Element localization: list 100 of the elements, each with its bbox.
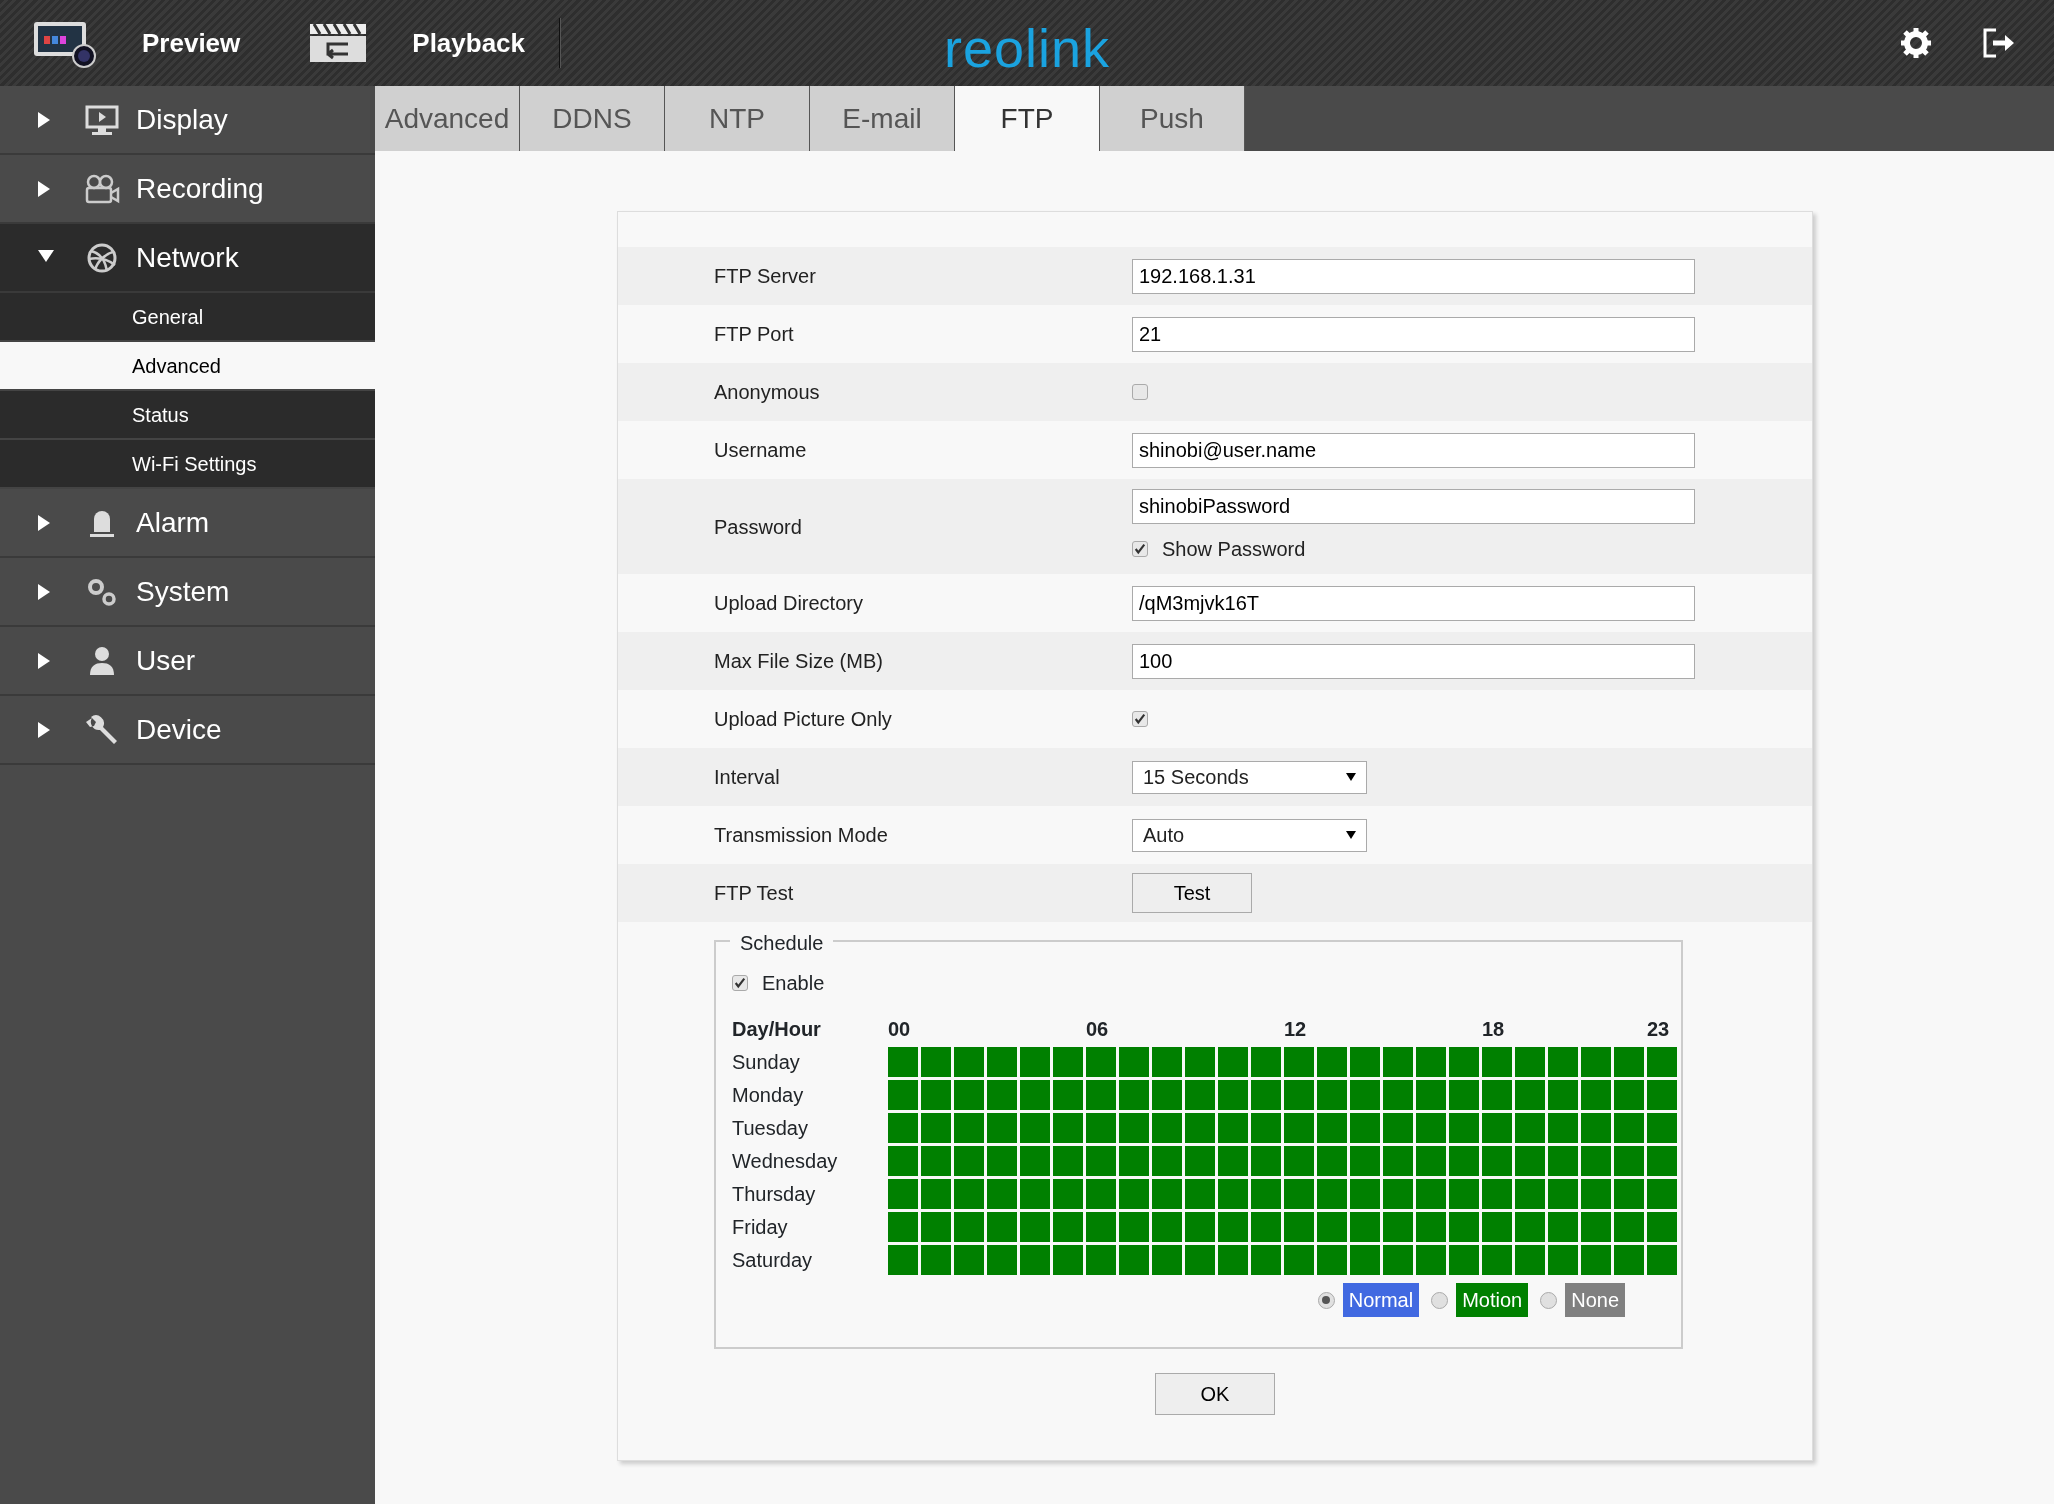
checkbox[interactable] — [1132, 384, 1148, 400]
schedule-cell[interactable] — [1482, 1212, 1512, 1242]
schedule-cell[interactable] — [1482, 1245, 1512, 1275]
schedule-cell[interactable] — [1614, 1047, 1644, 1077]
schedule-cell[interactable] — [954, 1245, 984, 1275]
schedule-cell[interactable] — [1284, 1080, 1314, 1110]
schedule-cell[interactable] — [1416, 1047, 1446, 1077]
schedule-cell[interactable] — [1614, 1113, 1644, 1143]
schedule-cell[interactable] — [1119, 1080, 1149, 1110]
tab[interactable]: DDNS — [520, 86, 665, 151]
schedule-cell[interactable] — [1515, 1047, 1545, 1077]
schedule-cell[interactable] — [1218, 1146, 1248, 1176]
schedule-cell[interactable] — [1515, 1113, 1545, 1143]
schedule-cell[interactable] — [1284, 1245, 1314, 1275]
schedule-cell[interactable] — [1119, 1047, 1149, 1077]
schedule-cell[interactable] — [954, 1146, 984, 1176]
schedule-cell[interactable] — [1548, 1047, 1578, 1077]
test-button[interactable]: Test — [1132, 873, 1252, 913]
schedule-cell[interactable] — [1416, 1212, 1446, 1242]
schedule-cell[interactable] — [1317, 1047, 1347, 1077]
logout-icon[interactable] — [1982, 27, 2016, 59]
submenu-item[interactable]: Advanced — [0, 342, 375, 391]
schedule-cell[interactable] — [921, 1146, 951, 1176]
schedule-cell[interactable] — [1548, 1080, 1578, 1110]
sidebar-item[interactable]: User — [0, 627, 375, 696]
schedule-cell[interactable] — [1416, 1245, 1446, 1275]
schedule-cell[interactable] — [1581, 1245, 1611, 1275]
schedule-cell[interactable] — [1647, 1212, 1677, 1242]
sidebar-item[interactable]: Network — [0, 224, 375, 293]
schedule-cell[interactable] — [1086, 1047, 1116, 1077]
schedule-cell[interactable] — [888, 1146, 918, 1176]
schedule-cell[interactable] — [1218, 1179, 1248, 1209]
checkbox[interactable] — [1132, 541, 1148, 557]
schedule-cell[interactable] — [1383, 1212, 1413, 1242]
schedule-cell[interactable] — [1053, 1179, 1083, 1209]
schedule-cell[interactable] — [1218, 1245, 1248, 1275]
schedule-cell[interactable] — [888, 1245, 918, 1275]
schedule-cell[interactable] — [1449, 1212, 1479, 1242]
schedule-cell[interactable] — [1317, 1179, 1347, 1209]
schedule-cell[interactable] — [1515, 1212, 1545, 1242]
schedule-cell[interactable] — [1350, 1080, 1380, 1110]
schedule-cell[interactable] — [1581, 1047, 1611, 1077]
schedule-cell[interactable] — [1383, 1179, 1413, 1209]
schedule-cell[interactable] — [1251, 1080, 1281, 1110]
schedule-cell[interactable] — [987, 1245, 1017, 1275]
schedule-cell[interactable] — [1053, 1080, 1083, 1110]
schedule-cell[interactable] — [1548, 1245, 1578, 1275]
schedule-cell[interactable] — [1119, 1212, 1149, 1242]
nav-link[interactable]: Preview — [142, 23, 241, 63]
schedule-cell[interactable] — [921, 1245, 951, 1275]
schedule-cell[interactable] — [1383, 1113, 1413, 1143]
schedule-cell[interactable] — [1614, 1212, 1644, 1242]
schedule-cell[interactable] — [921, 1047, 951, 1077]
schedule-cell[interactable] — [1086, 1113, 1116, 1143]
schedule-cell[interactable] — [1647, 1047, 1677, 1077]
schedule-cell[interactable] — [1614, 1146, 1644, 1176]
schedule-cell[interactable] — [1548, 1146, 1578, 1176]
schedule-cell[interactable] — [954, 1047, 984, 1077]
schedule-cell[interactable] — [1548, 1179, 1578, 1209]
schedule-cell[interactable] — [1251, 1245, 1281, 1275]
schedule-cell[interactable] — [1053, 1212, 1083, 1242]
schedule-cell[interactable] — [954, 1080, 984, 1110]
schedule-cell[interactable] — [1152, 1179, 1182, 1209]
schedule-cell[interactable] — [1383, 1047, 1413, 1077]
schedule-cell[interactable] — [1152, 1245, 1182, 1275]
schedule-cell[interactable] — [1482, 1047, 1512, 1077]
schedule-cell[interactable] — [1251, 1047, 1281, 1077]
schedule-cell[interactable] — [1020, 1146, 1050, 1176]
schedule-cell[interactable] — [1185, 1113, 1215, 1143]
schedule-cell[interactable] — [1218, 1113, 1248, 1143]
input-field[interactable]: /qM3mjvk16T — [1132, 585, 1695, 621]
schedule-cell[interactable] — [1647, 1179, 1677, 1209]
schedule-cell[interactable] — [1515, 1179, 1545, 1209]
schedule-cell[interactable] — [1251, 1113, 1281, 1143]
schedule-cell[interactable] — [1152, 1080, 1182, 1110]
schedule-cell[interactable] — [1449, 1146, 1479, 1176]
sidebar-item[interactable]: Display — [0, 86, 375, 155]
radio-button[interactable] — [1317, 1291, 1335, 1309]
schedule-cell[interactable] — [1218, 1080, 1248, 1110]
schedule-cell[interactable] — [1350, 1113, 1380, 1143]
schedule-cell[interactable] — [1020, 1080, 1050, 1110]
input-field[interactable]: 21 — [1132, 316, 1695, 352]
schedule-cell[interactable] — [1449, 1047, 1479, 1077]
schedule-cell[interactable] — [1581, 1212, 1611, 1242]
submenu-item[interactable]: Status — [0, 391, 375, 440]
schedule-cell[interactable] — [1185, 1146, 1215, 1176]
schedule-cell[interactable] — [1053, 1146, 1083, 1176]
schedule-cell[interactable] — [1416, 1113, 1446, 1143]
schedule-cell[interactable] — [1053, 1113, 1083, 1143]
sidebar-item[interactable]: System — [0, 558, 375, 627]
schedule-cell[interactable] — [987, 1080, 1017, 1110]
schedule-cell[interactable] — [1515, 1245, 1545, 1275]
ok-button[interactable]: OK — [1155, 1373, 1275, 1415]
tab[interactable]: Push — [1100, 86, 1245, 151]
tab[interactable]: Advanced — [375, 86, 520, 151]
schedule-cell[interactable] — [1482, 1146, 1512, 1176]
schedule-cell[interactable] — [1119, 1113, 1149, 1143]
schedule-cell[interactable] — [987, 1047, 1017, 1077]
schedule-cell[interactable] — [1548, 1212, 1578, 1242]
schedule-cell[interactable] — [1185, 1179, 1215, 1209]
